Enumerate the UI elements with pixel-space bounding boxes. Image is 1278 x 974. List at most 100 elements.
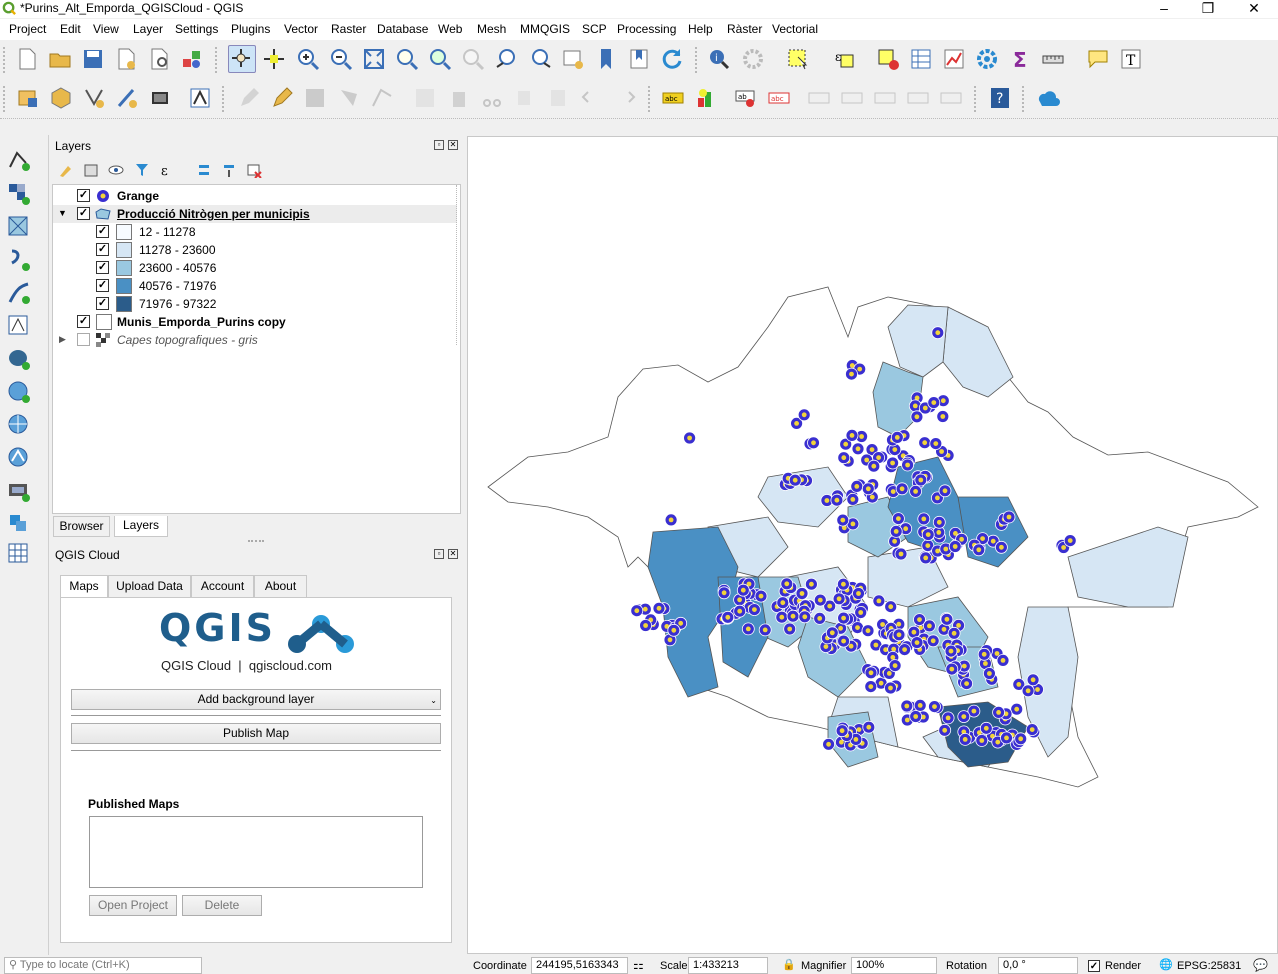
legend-item[interactable]: ✓ 40576 - 71976 — [53, 277, 457, 295]
messages-icon[interactable]: 💬 — [1253, 958, 1268, 972]
menu-view[interactable]: View — [93, 22, 119, 36]
scale-field[interactable]: 1:433213 — [688, 957, 768, 974]
filter-legend-icon[interactable] — [134, 162, 150, 178]
zoom-full-icon[interactable] — [362, 47, 386, 71]
highlight-labels-icon[interactable]: abc — [767, 86, 791, 110]
add-wfs-icon[interactable] — [6, 412, 32, 438]
toggle-editing-icon[interactable] — [270, 86, 294, 110]
float-cloud-panel-button[interactable]: ▫ — [434, 549, 444, 559]
zoom-native-icon[interactable] — [461, 47, 485, 71]
diagram-icon[interactable] — [694, 86, 718, 110]
zoom-in-icon[interactable] — [296, 47, 320, 71]
rotate-label-icon[interactable] — [873, 86, 897, 110]
pan-to-selection-icon[interactable] — [262, 47, 286, 71]
edit-toggle-icon[interactable] — [237, 86, 261, 110]
rotation-field[interactable]: 0,0 ° — [998, 957, 1078, 974]
digitize-icon[interactable] — [188, 86, 212, 110]
tab-maps[interactable]: Maps — [60, 575, 108, 599]
modify-attributes-icon[interactable] — [413, 86, 437, 110]
layer-row-munis[interactable]: ✓ Munis_Emporda_Purins copy — [53, 313, 457, 331]
zoom-next-icon[interactable] — [528, 47, 552, 71]
redo-icon[interactable] — [613, 86, 637, 110]
map-canvas[interactable] — [467, 136, 1278, 954]
add-group-icon[interactable] — [83, 162, 99, 178]
add-oracle-icon[interactable] — [6, 478, 32, 504]
locate-search-input[interactable]: ⚲ Type to locate (Ctrl+K) — [4, 957, 202, 974]
menu-vector[interactable]: Vector — [284, 22, 318, 36]
menu-help[interactable]: Help — [688, 22, 713, 36]
legend-item[interactable]: ✓ 23600 - 40576 — [53, 259, 457, 277]
layout-manager-icon[interactable] — [147, 47, 171, 71]
restore-button[interactable]: ❐ — [1193, 0, 1223, 18]
lock-scale-icon[interactable]: 🔒 — [782, 958, 796, 971]
actions-icon[interactable] — [741, 47, 765, 71]
collapse-all-icon[interactable] — [221, 162, 237, 178]
attribute-table-icon[interactable] — [909, 47, 933, 71]
legend-checkbox[interactable]: ✓ — [96, 225, 109, 238]
menu-project[interactable]: Project — [9, 22, 46, 36]
statistics-icon[interactable] — [942, 47, 966, 71]
add-spatialite-icon[interactable] — [6, 280, 32, 306]
identify-icon[interactable]: i — [707, 47, 731, 71]
expand-all-icon[interactable] — [196, 162, 212, 178]
deselect-all-icon[interactable] — [876, 47, 900, 71]
delete-selected-icon[interactable] — [447, 86, 471, 110]
copy-features-icon[interactable] — [513, 86, 537, 110]
refresh-icon[interactable] — [660, 47, 684, 71]
menu-scp[interactable]: SCP — [582, 22, 607, 36]
paste-features-icon[interactable] — [546, 86, 570, 110]
data-source-manager-icon[interactable] — [16, 86, 40, 110]
delete-button[interactable]: Delete — [182, 895, 262, 916]
menu-raster[interactable]: Raster — [331, 22, 366, 36]
legend-checkbox[interactable]: ✓ — [96, 243, 109, 256]
label-toolbar-icon[interactable]: abc — [661, 86, 685, 110]
expand-arrow-icon[interactable]: ▶ — [59, 334, 66, 345]
save-project-icon[interactable] — [81, 47, 105, 71]
tab-about[interactable]: About — [254, 575, 307, 598]
legend-item[interactable]: ✓ 11278 - 23600 — [53, 241, 457, 259]
close-window-button[interactable]: ✕ — [1239, 0, 1269, 18]
add-raster-icon[interactable] — [6, 181, 32, 207]
add-wms-icon[interactable] — [6, 379, 32, 405]
crs-globe-icon[interactable]: 🌐 — [1159, 958, 1173, 971]
float-panel-button[interactable]: ▫ — [434, 140, 444, 150]
legend-checkbox[interactable]: ✓ — [96, 261, 109, 274]
style-panel-icon[interactable] — [58, 162, 74, 178]
minimize-button[interactable]: – — [1149, 0, 1179, 18]
new-virtual-layer-icon[interactable] — [148, 86, 172, 110]
menu-plugins[interactable]: Plugins — [231, 22, 270, 36]
add-arcgis-icon[interactable] — [6, 511, 32, 537]
zoom-to-selection-icon[interactable] — [395, 47, 419, 71]
add-table-icon[interactable] — [6, 541, 32, 567]
save-edits-icon[interactable] — [303, 86, 327, 110]
show-bookmarks-icon[interactable] — [627, 47, 651, 71]
text-annotation-icon[interactable]: T — [1119, 47, 1143, 71]
layer-row-produccio[interactable]: ▼ ✓ Producció Nitrògen per municipis — [53, 205, 457, 223]
layer-checkbox[interactable]: ✓ — [77, 207, 90, 220]
open-project-button[interactable]: Open Project — [89, 895, 177, 916]
legend-item[interactable]: ✓ 12 - 11278 — [53, 223, 457, 241]
add-feature-icon[interactable] — [337, 86, 361, 110]
menu-settings[interactable]: Settings — [175, 22, 218, 36]
new-temp-layer-icon[interactable] — [115, 86, 139, 110]
vertex-tool-icon[interactable] — [370, 86, 394, 110]
new-project-icon[interactable] — [15, 47, 39, 71]
add-postgis-icon[interactable] — [6, 346, 32, 372]
crs-label[interactable]: EPSG:25831 — [1177, 960, 1241, 972]
change-label-icon[interactable] — [906, 86, 930, 110]
menu-vectorial[interactable]: Vectorial — [772, 22, 818, 36]
collapse-arrow-icon[interactable]: ▼ — [58, 208, 67, 218]
layer-checkbox[interactable] — [77, 333, 90, 346]
label-props-icon[interactable] — [939, 86, 963, 110]
add-background-layer-button[interactable]: Add background layer ⌄ — [71, 689, 441, 710]
toolbox-icon[interactable] — [975, 47, 999, 71]
new-geopackage-icon[interactable] — [49, 86, 73, 110]
measure-line-icon[interactable] — [1041, 47, 1065, 71]
cut-features-icon[interactable] — [480, 86, 504, 110]
field-calculator-icon[interactable]: Σ — [1008, 47, 1032, 72]
tab-browser[interactable]: Browser — [53, 516, 110, 537]
layer-checkbox[interactable]: ✓ — [77, 189, 90, 202]
menu-database[interactable]: Database — [377, 22, 428, 36]
render-checkbox[interactable]: ✓ — [1088, 960, 1100, 972]
coordinate-field[interactable]: 244195,5163343 — [531, 957, 628, 974]
